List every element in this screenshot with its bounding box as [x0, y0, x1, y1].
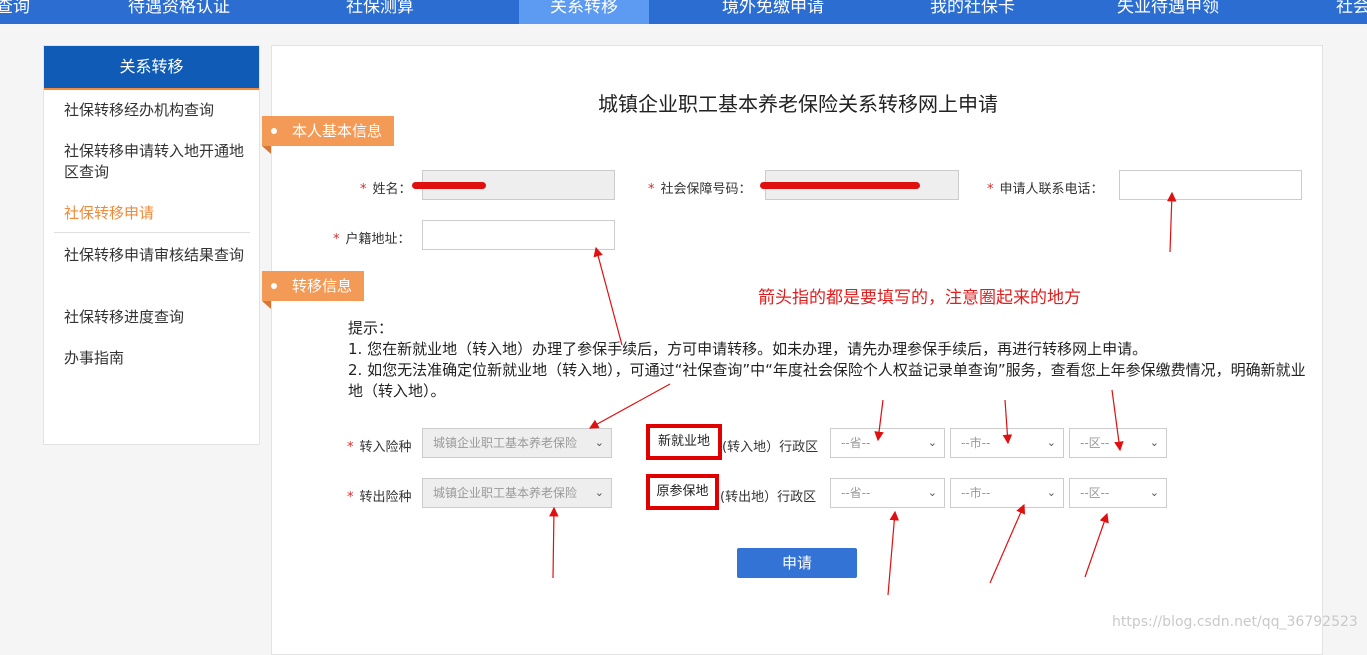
out-place-label: (转出地）行政区 [720, 490, 817, 505]
sidebar-title: 关系转移 [44, 46, 259, 90]
nav-item-qualification[interactable]: 待遇资格认证 [128, 0, 230, 24]
phone-label: * 申请人联系电话： [987, 182, 1104, 197]
chevron-down-icon: ⌄ [594, 486, 604, 499]
out-city-select[interactable]: --市-- ⌄ [950, 478, 1064, 508]
section-transfer-label: 转移信息 [292, 277, 353, 295]
in-type-label: * 转入险种 [347, 440, 412, 455]
in-province-select[interactable]: --省-- ⌄ [830, 428, 945, 458]
chevron-down-icon: ⌄ [927, 436, 937, 449]
tag-fold-icon [262, 301, 271, 309]
tag-fold-icon [262, 146, 271, 154]
tips-block: 提示： 1. 您在新就业地（转入地）办理了参保手续后，方可申请转移。如未办理，请… [348, 318, 1308, 402]
out-district-select[interactable]: --区-- ⌄ [1069, 478, 1167, 508]
in-city-select[interactable]: --市-- ⌄ [950, 428, 1064, 458]
nav-item-unemployment[interactable]: 失业待遇申领 [1117, 0, 1219, 24]
chevron-down-icon: ⌄ [927, 486, 937, 499]
nav-item-my-card[interactable]: 我的社保卡 [930, 0, 1015, 24]
sidebar-item-guide[interactable]: 办事指南 [64, 348, 244, 369]
tips-item-1: 1. 您在新就业地（转入地）办理了参保手续后，方可申请转移。如未办理，请先办理参… [348, 340, 1148, 358]
out-type-select[interactable]: 城镇企业职工基本养老保险 ⌄ [422, 478, 612, 508]
nav-item-overseas-exemption[interactable]: 境外免缴申请 [722, 0, 824, 24]
sidebar-item-progress-query[interactable]: 社保转移进度查询 [64, 307, 244, 328]
nav-item-calculation[interactable]: 社保测算 [346, 0, 414, 24]
tips-item-2: 2. 如您无法准确定位新就业地（转入地），可通过“社保查询”中“年度社会保险个人… [348, 361, 1306, 400]
section-transfer-info: 转移信息 [262, 271, 365, 309]
ssn-label: * 社会保障号码： [648, 182, 752, 197]
sidebar-item-review-result[interactable]: 社保转移申请审核结果查询 [64, 245, 244, 266]
chevron-down-icon: ⌄ [1149, 436, 1159, 449]
tips-title: 提示： [348, 319, 394, 337]
address-input[interactable] [422, 220, 615, 250]
out-province-select[interactable]: --省-- ⌄ [830, 478, 945, 508]
out-place-highlight: 原参保地 [646, 474, 719, 510]
chevron-down-icon: ⌄ [1046, 436, 1056, 449]
redaction-scribble [412, 182, 486, 189]
chevron-down-icon: ⌄ [1046, 486, 1056, 499]
section-personal-label: 本人基本信息 [292, 122, 383, 140]
nav-item-query[interactable]: 查询 [0, 0, 30, 24]
bullet-icon [271, 128, 277, 134]
section-personal-info: 本人基本信息 [262, 116, 395, 154]
annotation-note: 箭头指的都是要填写的，注意圈起来的地方 [758, 288, 1081, 308]
nav-item-relation-transfer[interactable]: 关系转移 [519, 0, 649, 24]
in-type-select[interactable]: 城镇企业职工基本养老保险 ⌄ [422, 428, 612, 458]
sidebar-divider [54, 232, 250, 233]
name-label: * 姓名： [360, 182, 412, 197]
submit-button[interactable]: 申请 [737, 548, 857, 578]
chevron-down-icon: ⌄ [1149, 486, 1159, 499]
in-district-select[interactable]: --区-- ⌄ [1069, 428, 1167, 458]
sidebar-item-transfer-apply[interactable]: 社保转移申请 [64, 203, 244, 224]
nav-item-more[interactable]: 社会 [1336, 0, 1367, 24]
page-title: 城镇企业职工基本养老保险关系转移网上申请 [598, 92, 998, 116]
phone-input[interactable] [1119, 170, 1302, 200]
watermark: https://blog.csdn.net/qq_36792523 [1112, 614, 1358, 630]
redaction-scribble [760, 182, 920, 189]
bullet-icon [271, 283, 277, 289]
in-place-label: (转入地）行政区 [722, 440, 819, 455]
sidebar-item-open-area-query[interactable]: 社保转移申请转入地开通地区查询 [64, 141, 244, 183]
top-nav: 查询 待遇资格认证 社保测算 关系转移 境外免缴申请 我的社保卡 失业待遇申领 … [0, 0, 1367, 24]
chevron-down-icon: ⌄ [594, 436, 604, 449]
out-type-label: * 转出险种 [347, 490, 412, 505]
in-place-highlight: 新就业地 [646, 424, 722, 460]
address-label: * 户籍地址： [333, 232, 411, 247]
